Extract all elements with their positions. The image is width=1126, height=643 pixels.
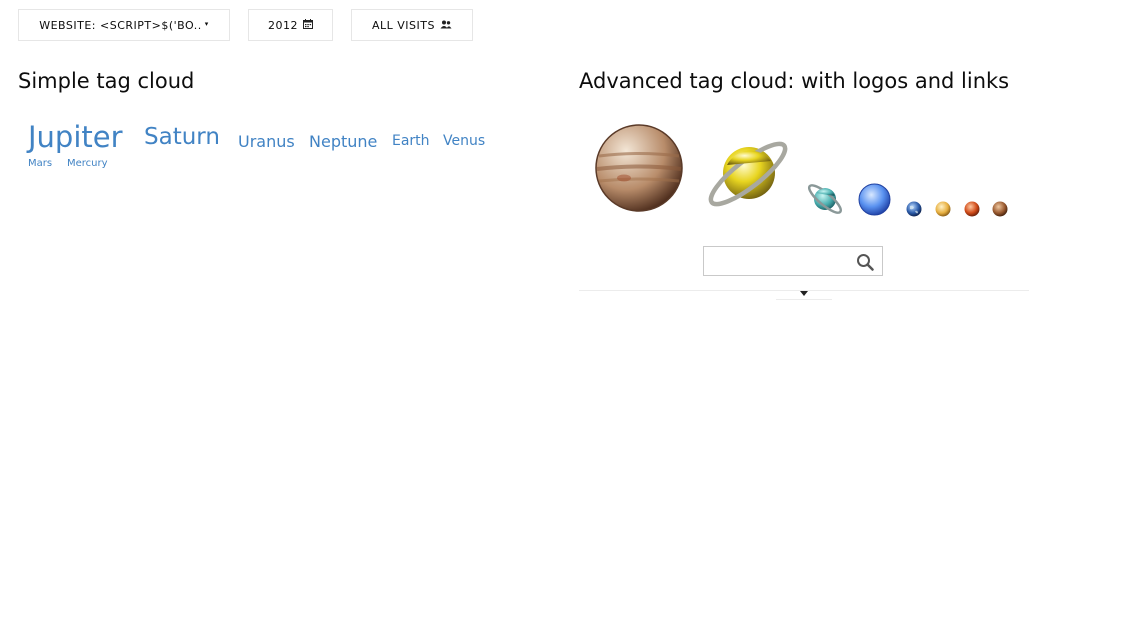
search-input[interactable] [704,247,864,275]
advanced-tag-cloud-title: Advanced tag cloud: with logos and links [579,69,1010,93]
earth-icon [906,201,922,217]
search-box [703,246,883,276]
planet-mars-link[interactable] [964,201,980,221]
mercury-icon [992,201,1008,217]
caret-down-icon: ▾ [204,20,209,28]
uranus-icon [807,184,843,214]
tag-mars[interactable]: Mars [28,158,52,169]
tag-mercury[interactable]: Mercury [67,158,108,169]
planet-venus-link[interactable] [935,201,951,221]
saturn-icon [708,141,788,207]
period-selector[interactable]: 2012 [248,9,333,41]
users-icon [440,19,452,32]
period-selector-label: 2012 [268,18,298,32]
planet-mercury-link[interactable] [992,201,1008,221]
venus-icon [935,201,951,217]
tag-earth[interactable]: Earth [392,133,430,149]
simple-tag-cloud-title: Simple tag cloud [18,69,195,93]
segment-selector-label: ALL VISITS [372,18,435,32]
neptune-icon [858,183,891,216]
tag-venus[interactable]: Venus [443,133,485,149]
planet-uranus-link[interactable] [806,180,844,222]
planet-saturn-link[interactable] [705,131,791,221]
planet-earth-link[interactable] [906,201,922,221]
planet-jupiter-link[interactable] [594,123,684,217]
calendar-icon [303,18,313,32]
segment-selector[interactable]: ALL VISITS [351,9,473,41]
tag-saturn[interactable]: Saturn [144,124,220,150]
tag-jupiter[interactable]: Jupiter [28,120,123,154]
jupiter-icon [595,124,683,212]
tag-uranus[interactable]: Uranus [238,132,295,151]
website-selector[interactable]: WEBSITE: <SCRIPT>$('BO.. ▾ [18,9,230,41]
mars-icon [964,201,980,217]
search-icon[interactable] [856,253,874,275]
caret-down-icon [800,291,808,296]
website-selector-label: WEBSITE: <SCRIPT>$('BO.. [39,18,202,32]
expand-toggle[interactable] [776,291,832,300]
planet-neptune-link[interactable] [858,183,891,220]
tag-neptune[interactable]: Neptune [309,132,377,151]
